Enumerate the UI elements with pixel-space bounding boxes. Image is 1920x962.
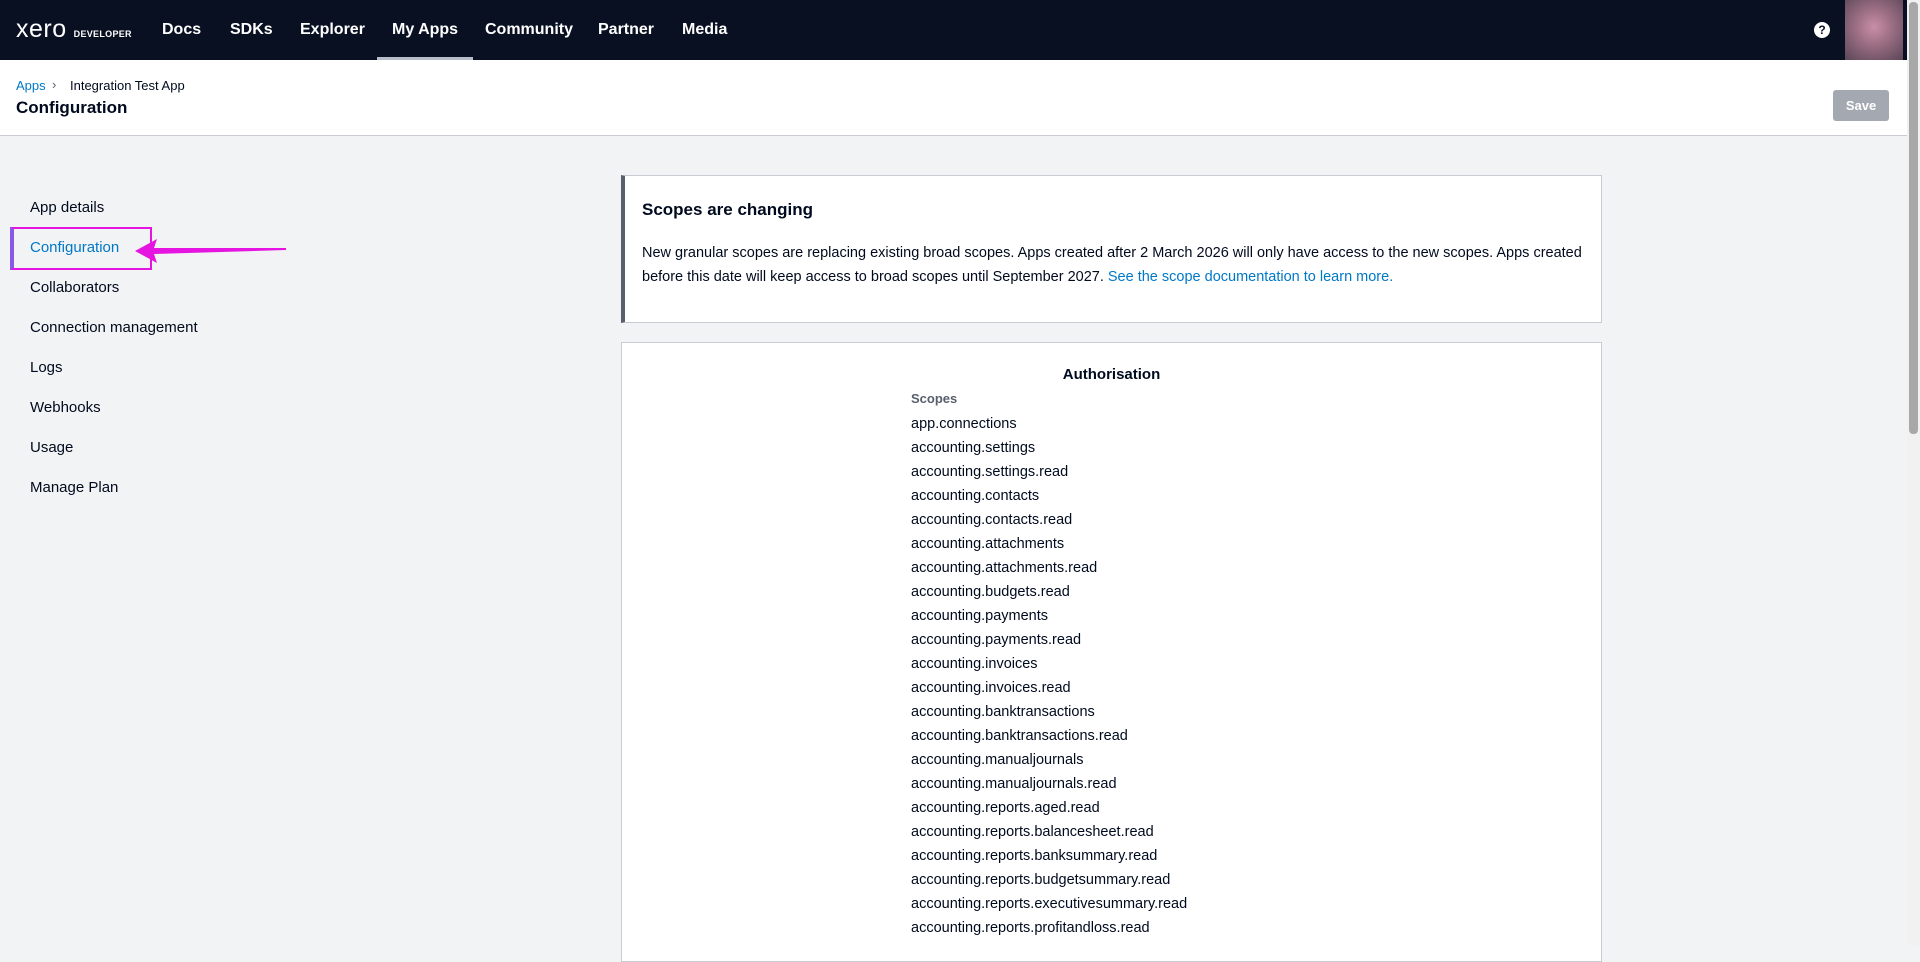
scope-item: accounting.banktransactions <box>911 704 1095 720</box>
chevron-right-icon: › <box>52 77 57 92</box>
notice-title: Scopes are changing <box>642 200 813 219</box>
sidebar-item-app-details[interactable]: App details <box>30 199 104 216</box>
scope-item: accounting.manualjournals <box>911 752 1084 768</box>
nav-community[interactable]: Community <box>485 0 573 60</box>
avatar[interactable] <box>1845 0 1903 60</box>
scope-documentation-link[interactable]: See the scope documentation to learn mor… <box>1108 269 1393 285</box>
scope-item: accounting.reports.balancesheet.read <box>911 824 1154 840</box>
scope-item: accounting.attachments.read <box>911 560 1098 576</box>
nav-partner[interactable]: Partner <box>598 0 654 60</box>
scope-list: app.connections accounting.settings acco… <box>911 412 1187 940</box>
sidebar-item-logs[interactable]: Logs <box>30 359 63 376</box>
authorisation-card: Authorisation Scopes app.connections acc… <box>621 342 1602 962</box>
scope-item: accounting.payments.read <box>911 632 1082 648</box>
save-button[interactable]: Save <box>1833 90 1889 121</box>
xero-developer-logo[interactable]: xero DEVELOPER <box>16 15 132 43</box>
scope-item: accounting.reports.executivesummary.read <box>911 896 1188 912</box>
scope-item: accounting.contacts <box>911 488 1040 504</box>
nav-docs[interactable]: Docs <box>162 0 201 60</box>
help-icon[interactable]: ? <box>1814 22 1830 38</box>
authorisation-title: Authorisation <box>1062 366 1161 383</box>
scopes-notice: Scopes are changing New granular scopes … <box>621 175 1602 323</box>
scope-item: accounting.payments <box>911 608 1049 624</box>
scope-item: accounting.reports.budgetsummary.read <box>911 872 1171 888</box>
scope-item: accounting.reports.aged.read <box>911 800 1100 816</box>
logo-subtitle: DEVELOPER <box>73 29 132 39</box>
sidebar-item-webhooks[interactable]: Webhooks <box>30 399 101 416</box>
nav-sdks[interactable]: SDKs <box>230 0 273 60</box>
scope-item: accounting.reports.banksummary.read <box>911 848 1158 864</box>
scope-item: accounting.contacts.read <box>911 512 1073 528</box>
scope-item: accounting.banktransactions.read <box>911 728 1128 744</box>
sidebar-item-connection-management[interactable]: Connection management <box>30 319 198 336</box>
scope-item: accounting.attachments <box>911 536 1065 552</box>
scope-item: accounting.settings.read <box>911 464 1069 480</box>
annotation-arrow-icon <box>135 239 286 263</box>
page-title: Configuration <box>16 98 128 117</box>
scopes-label: Scopes <box>911 391 958 406</box>
nav-my-apps[interactable]: My Apps <box>376 0 474 60</box>
scrollbar-thumb[interactable] <box>1909 2 1918 434</box>
logo-wordmark: xero <box>16 15 67 43</box>
page-scrollbar[interactable] <box>1907 0 1920 945</box>
scope-item: accounting.reports.profitandloss.read <box>911 920 1150 936</box>
scope-item: accounting.invoices.read <box>911 680 1071 696</box>
breadcrumb-apps-link[interactable]: Apps <box>16 78 46 93</box>
top-navigation: xero DEVELOPER Docs SDKs Explorer My App… <box>0 0 1907 60</box>
nav-explorer[interactable]: Explorer <box>300 0 365 60</box>
sidebar-item-collaborators[interactable]: Collaborators <box>30 279 119 296</box>
scope-item: app.connections <box>911 416 1017 432</box>
nav-media[interactable]: Media <box>682 0 727 60</box>
page-header: Apps › Integration Test App Configuratio… <box>0 60 1907 136</box>
notice-body: New granular scopes are replacing existi… <box>642 241 1582 289</box>
scope-item: accounting.budgets.read <box>911 584 1070 600</box>
scope-item: accounting.manualjournals.read <box>911 776 1117 792</box>
sidebar-item-usage[interactable]: Usage <box>30 439 73 456</box>
annotation-highlight-box <box>10 227 152 270</box>
scope-item: accounting.settings <box>911 440 1036 456</box>
sidebar-item-manage-plan[interactable]: Manage Plan <box>30 479 118 496</box>
scope-item: accounting.invoices <box>911 656 1038 672</box>
breadcrumb-current: Integration Test App <box>70 78 185 93</box>
